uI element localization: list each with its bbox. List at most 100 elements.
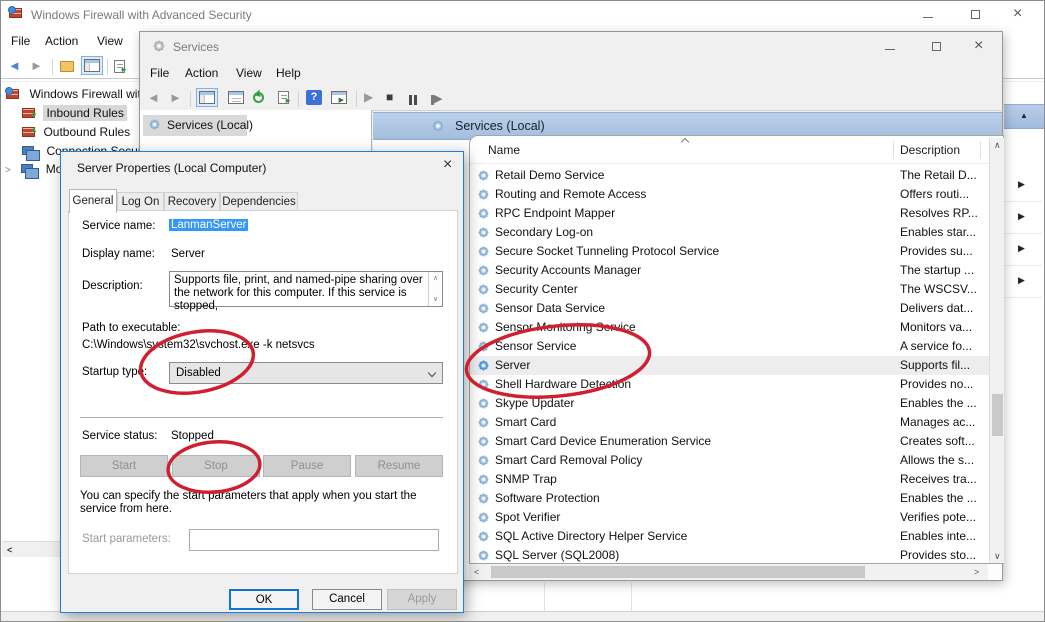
service-row[interactable]: Retail Demo Service The Retail D...	[470, 166, 989, 185]
service-row[interactable]: SQL Active Directory Helper Service Enab…	[470, 527, 989, 546]
service-row[interactable]: Routing and Remote Access Offers routi..…	[470, 185, 989, 204]
resume-button[interactable]: Resume	[355, 455, 443, 477]
scroll-down-icon[interactable]: ∨	[994, 551, 1001, 561]
forward-icon[interactable]: ►	[30, 58, 43, 73]
pause-button[interactable]: Pause	[263, 455, 351, 477]
minimize-icon[interactable]	[885, 49, 895, 50]
scroll-left-icon[interactable]: <	[474, 567, 479, 577]
description-scrollbar[interactable]: ∧ ∨	[428, 272, 442, 306]
tab-dependencies[interactable]: Dependencies	[220, 192, 298, 212]
scroll-down-icon[interactable]: ∨	[429, 295, 442, 304]
tab-general[interactable]: General	[69, 189, 117, 213]
properties-icon[interactable]	[228, 91, 244, 104]
start-button[interactable]: Start	[80, 455, 168, 477]
close-icon[interactable]: ×	[1013, 5, 1022, 23]
tab-recovery[interactable]: Recovery	[164, 192, 220, 212]
extended-view-icon[interactable]: ▶	[331, 91, 347, 104]
list-hscrollbar[interactable]: < >	[469, 564, 988, 580]
sort-ascending-icon	[681, 138, 689, 146]
console-tree-icon[interactable]	[81, 56, 103, 75]
scroll-right-icon[interactable]: >	[974, 567, 979, 577]
column-header-description[interactable]: Description	[900, 143, 960, 157]
scroll-up-icon[interactable]: ∧	[429, 274, 442, 283]
start-parameters-input[interactable]	[189, 529, 439, 551]
hscroll-thumb[interactable]	[491, 566, 865, 578]
start-service-icon[interactable]: ▶	[364, 90, 373, 104]
expand-row-icon[interactable]: ▶	[1018, 179, 1025, 190]
service-row[interactable]: Smart Card Removal Policy Allows the s..…	[470, 451, 989, 470]
maximize-icon[interactable]	[971, 10, 980, 19]
actions-pane-header[interactable]: ▲	[1004, 104, 1045, 129]
pause-service-icon[interactable]	[409, 92, 417, 110]
expand-row-icon[interactable]: ▶	[1018, 211, 1025, 222]
service-row[interactable]: Security Center The WSCSV...	[470, 280, 989, 299]
service-description: Provides sto...	[900, 546, 988, 565]
export-list-icon[interactable]: ►	[114, 60, 125, 73]
back-icon[interactable]: ◄	[8, 58, 21, 73]
service-name-value[interactable]: LanmanServer	[169, 219, 248, 231]
service-row[interactable]: Spot Verifier Verifies pote...	[470, 508, 989, 527]
service-name: SNMP Trap	[495, 470, 557, 489]
services-menu-view[interactable]: View	[236, 66, 262, 80]
service-row[interactable]: SNMP Trap Receives tra...	[470, 470, 989, 489]
forward-icon[interactable]: ►	[169, 90, 182, 105]
firewall-menu-view[interactable]: View	[97, 34, 123, 48]
list-vscrollbar[interactable]: ∧ ∨	[989, 138, 1004, 563]
close-icon[interactable]: ×	[974, 37, 983, 55]
service-row[interactable]: Shell Hardware Detection Provides no...	[470, 375, 989, 394]
service-row[interactable]: Skype Updater Enables the ...	[470, 394, 989, 413]
export-list-icon[interactable]: ►	[278, 91, 289, 104]
service-row[interactable]: Smart Card Manages ac...	[470, 413, 989, 432]
service-row[interactable]: SQL Server (SQL2008) Provides sto...	[470, 546, 989, 565]
tab-log-on[interactable]: Log On	[117, 192, 164, 212]
column-header-name[interactable]: Name	[488, 143, 520, 157]
expand-row-icon[interactable]: ▶	[1018, 275, 1025, 286]
stop-button[interactable]: Stop	[172, 455, 260, 477]
maximize-icon[interactable]	[932, 42, 941, 51]
service-name: Routing and Remote Access	[495, 185, 646, 204]
services-local-node[interactable]: Services (Local)	[143, 115, 247, 136]
tree-item-outbound-rules[interactable]: ▲ Outbound Rules	[22, 123, 130, 141]
service-row[interactable]: Server Supports fil...	[470, 356, 989, 375]
minimize-icon[interactable]	[923, 17, 933, 18]
cancel-button[interactable]: Cancel	[312, 589, 382, 610]
service-row[interactable]: Security Accounts Manager The startup ..…	[470, 261, 989, 280]
description-field[interactable]: Supports file, print, and named-pipe sha…	[169, 271, 443, 307]
service-row[interactable]: Secure Socket Tunneling Protocol Service…	[470, 242, 989, 261]
stop-service-icon[interactable]: ■	[386, 90, 393, 104]
tree-item-monitoring[interactable]: > Mo	[5, 160, 62, 178]
ok-button[interactable]: OK	[229, 589, 299, 610]
service-row[interactable]: Sensor Monitoring Service Monitors va...	[470, 318, 989, 337]
service-row[interactable]: Sensor Data Service Delivers dat...	[470, 299, 989, 318]
services-menu-file[interactable]: File	[150, 66, 169, 80]
firewall-hscrollbar[interactable]: <	[2, 541, 61, 557]
scroll-left-icon[interactable]: <	[7, 545, 12, 555]
service-row[interactable]: Smart Card Device Enumeration Service Cr…	[470, 432, 989, 451]
tree-item-firewall-root[interactable]: Windows Firewall wit	[6, 85, 141, 103]
apply-button[interactable]: Apply	[387, 589, 457, 610]
scroll-up-icon[interactable]: ∧	[994, 140, 1001, 150]
help-icon[interactable]: ?	[306, 90, 322, 105]
close-icon[interactable]: ×	[443, 156, 452, 174]
folder-icon[interactable]	[60, 61, 74, 72]
restart-service-icon[interactable]: ▶	[431, 92, 442, 110]
firewall-menu-action[interactable]: Action	[45, 34, 78, 48]
display-name-value: Server	[171, 248, 205, 260]
firewall-menu-file[interactable]: File	[11, 34, 30, 48]
startup-type-dropdown[interactable]: Disabled	[169, 362, 443, 384]
firewall-app-icon	[9, 8, 22, 18]
service-row[interactable]: Sensor Service A service fo...	[470, 337, 989, 356]
services-menu-action[interactable]: Action	[185, 66, 218, 80]
service-name: Security Center	[495, 280, 578, 299]
collapse-icon[interactable]: ▲	[1020, 111, 1028, 120]
console-tree-icon[interactable]	[196, 88, 218, 107]
back-icon[interactable]: ◄	[147, 90, 160, 105]
service-row[interactable]: Secondary Log-on Enables star...	[470, 223, 989, 242]
service-row[interactable]: RPC Endpoint Mapper Resolves RP...	[470, 204, 989, 223]
refresh-icon[interactable]	[253, 92, 264, 103]
services-menu-help[interactable]: Help	[276, 66, 301, 80]
tree-item-inbound-rules[interactable]: ▼ Inbound Rules	[22, 104, 127, 122]
vscroll-thumb[interactable]	[992, 394, 1003, 436]
expand-row-icon[interactable]: ▶	[1018, 243, 1025, 254]
service-row[interactable]: Software Protection Enables the ...	[470, 489, 989, 508]
